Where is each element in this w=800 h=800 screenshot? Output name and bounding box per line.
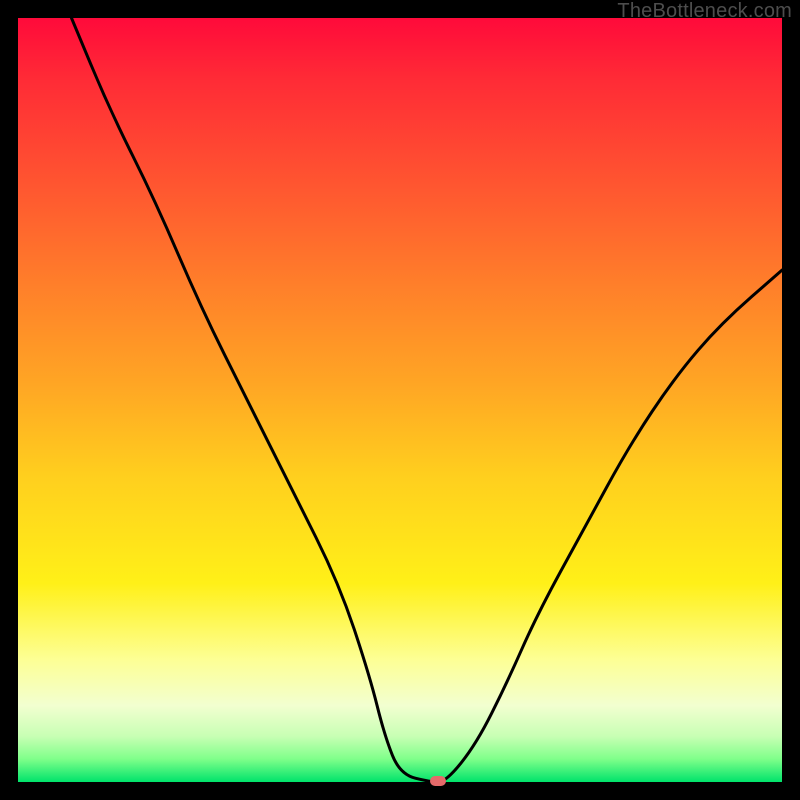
watermark-text: TheBottleneck.com [617, 0, 792, 23]
bottleneck-curve [18, 18, 782, 782]
minimum-marker [430, 776, 446, 786]
chart-plot-area [18, 18, 782, 782]
chart-frame: TheBottleneck.com [0, 0, 800, 800]
